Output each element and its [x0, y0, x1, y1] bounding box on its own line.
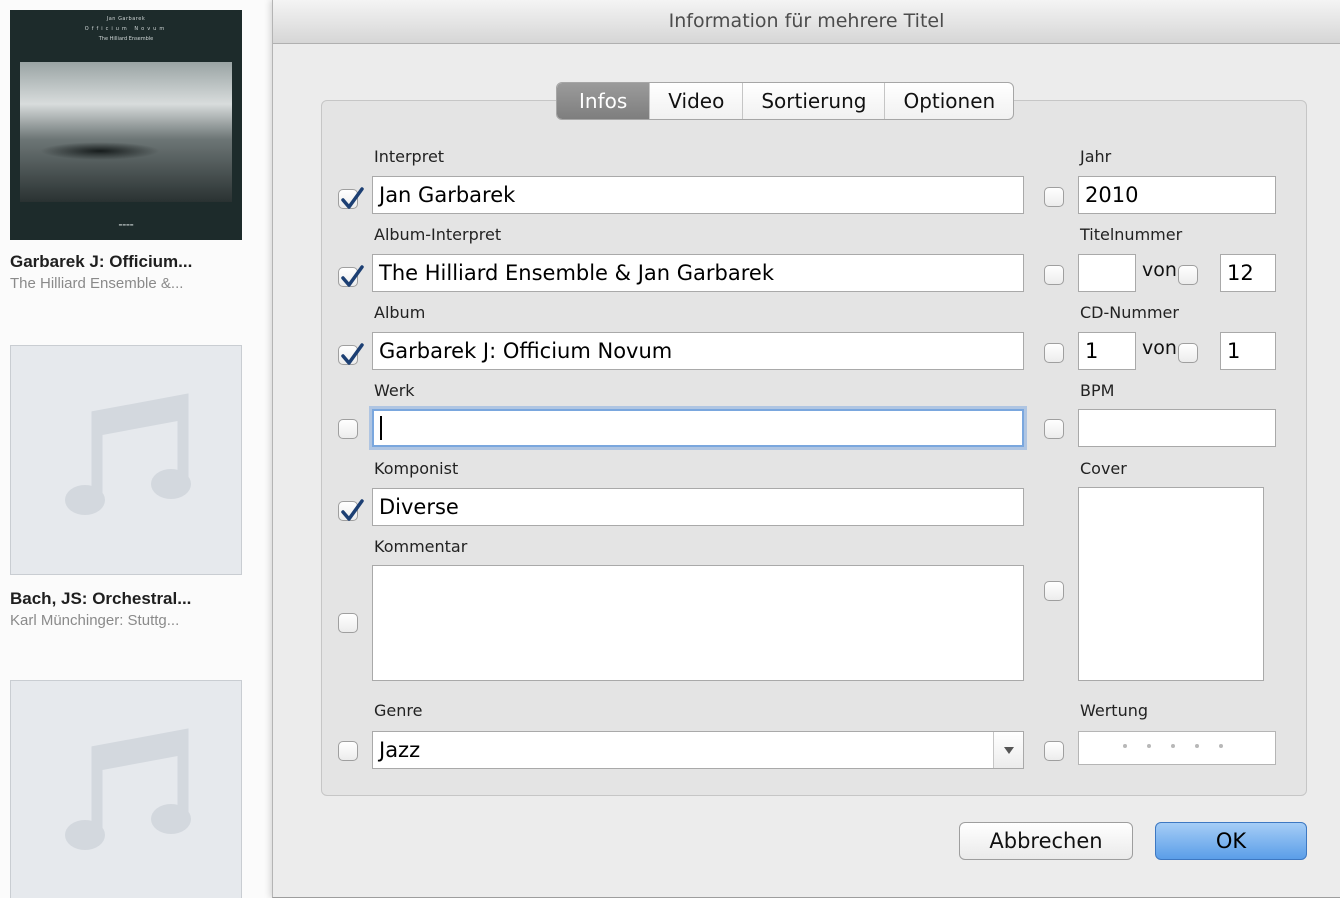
- music-note-icon: [65, 393, 191, 515]
- album-interpret-checkbox[interactable]: [338, 265, 364, 287]
- werk-field[interactable]: [372, 409, 1024, 447]
- album-artist[interactable]: Karl Münchinger: Stuttg...: [10, 612, 270, 629]
- jahr-checkbox[interactable]: [1044, 187, 1064, 207]
- cover-text-artist: Jan Garbarek: [106, 16, 146, 22]
- cd-nummer-checkbox[interactable]: [1044, 343, 1064, 363]
- genre-value: Jazz: [379, 738, 421, 762]
- interpret-label: Interpret: [374, 147, 445, 166]
- cover-label: Cover: [1080, 459, 1127, 478]
- album-artist[interactable]: The Hilliard Ensemble &...: [10, 275, 270, 292]
- genre-select[interactable]: Jazz: [372, 731, 1024, 769]
- text-caret: [380, 415, 382, 440]
- genre-label: Genre: [374, 701, 423, 720]
- rating-dot[interactable]: [1195, 744, 1199, 748]
- cover-image-well[interactable]: [1078, 487, 1264, 681]
- cover-photo: [20, 62, 232, 202]
- album-cover-placeholder[interactable]: [10, 345, 242, 575]
- bpm-checkbox[interactable]: [1044, 419, 1064, 439]
- jahr-field[interactable]: 2010: [1078, 176, 1276, 214]
- bpm-field[interactable]: [1078, 409, 1276, 447]
- titelnummer-total-checkbox[interactable]: [1178, 265, 1198, 285]
- album-checkbox[interactable]: [338, 343, 364, 365]
- album-cover-placeholder[interactable]: [10, 680, 242, 898]
- bpm-label: BPM: [1080, 381, 1115, 400]
- album-label: Album: [374, 303, 426, 322]
- dialog-titlebar[interactable]: Information für mehrere Titel: [273, 0, 1340, 44]
- album-interpret-field[interactable]: The Hilliard Ensemble & Jan Garbarek: [372, 254, 1024, 292]
- genre-checkbox[interactable]: [338, 741, 358, 761]
- tab-video[interactable]: Video: [649, 83, 742, 119]
- interpret-field[interactable]: Jan Garbarek: [372, 176, 1024, 214]
- cover-label: ▬▬▬▬: [118, 222, 134, 227]
- cancel-button[interactable]: Abbrechen: [959, 822, 1133, 860]
- wertung-label: Wertung: [1080, 701, 1149, 720]
- rating-dot[interactable]: [1219, 744, 1223, 748]
- ok-button[interactable]: OK: [1155, 822, 1307, 860]
- cd-nummer-von-label: von: [1142, 337, 1177, 359]
- chevron-down-icon[interactable]: [993, 732, 1023, 768]
- cd-nummer-total-checkbox[interactable]: [1178, 343, 1198, 363]
- titelnummer-field[interactable]: [1078, 254, 1136, 292]
- rating-stars[interactable]: [1078, 731, 1276, 765]
- album-title[interactable]: Garbarek J: Officium...: [10, 252, 270, 272]
- rating-dot[interactable]: [1147, 744, 1151, 748]
- checkmark-icon: [341, 187, 364, 209]
- komponist-field[interactable]: Diverse: [372, 488, 1024, 526]
- album-field[interactable]: Garbarek J: Officium Novum: [372, 332, 1024, 370]
- infos-panel: Interpret Jan Garbarek Album-Interpret T…: [321, 100, 1307, 796]
- wertung-checkbox[interactable]: [1044, 741, 1064, 761]
- rating-dot[interactable]: [1123, 744, 1127, 748]
- titelnummer-total-field[interactable]: 12: [1220, 254, 1276, 292]
- werk-label: Werk: [374, 381, 415, 400]
- kommentar-label: Kommentar: [374, 537, 468, 556]
- cd-nummer-total-field[interactable]: 1: [1220, 332, 1276, 370]
- music-note-icon: [65, 728, 191, 850]
- interpret-checkbox[interactable]: [338, 187, 364, 209]
- multi-item-info-dialog: Information für mehrere Titel Infos Vide…: [272, 0, 1340, 898]
- cd-nummer-field[interactable]: 1: [1078, 332, 1136, 370]
- werk-checkbox[interactable]: [338, 419, 358, 439]
- titelnummer-checkbox[interactable]: [1044, 265, 1064, 285]
- album-sidebar: Jan Garbarek Officium Novum The Hilliard…: [0, 0, 272, 898]
- cover-text-title: Officium Novum: [84, 26, 168, 32]
- titelnummer-label: Titelnummer: [1080, 225, 1183, 244]
- jahr-label: Jahr: [1080, 147, 1112, 166]
- kommentar-textarea[interactable]: [372, 565, 1024, 681]
- tab-bar: Infos Video Sortierung Optionen: [556, 82, 1015, 120]
- album-cover-garbarek[interactable]: Jan Garbarek Officium Novum The Hilliard…: [10, 10, 242, 240]
- tab-infos[interactable]: Infos: [557, 83, 650, 119]
- komponist-checkbox[interactable]: [338, 499, 364, 521]
- tab-sortierung[interactable]: Sortierung: [742, 83, 884, 119]
- titelnummer-von-label: von: [1142, 259, 1177, 281]
- kommentar-checkbox[interactable]: [338, 613, 358, 633]
- checkmark-icon: [341, 265, 364, 287]
- cover-checkbox[interactable]: [1044, 581, 1064, 601]
- rating-dot[interactable]: [1171, 744, 1175, 748]
- cover-text-ensemble: The Hilliard Ensemble: [98, 36, 154, 42]
- checkmark-icon: [341, 499, 364, 521]
- dialog-title: Information für mehrere Titel: [668, 10, 945, 32]
- cd-nummer-label: CD-Nummer: [1080, 303, 1179, 322]
- komponist-label: Komponist: [374, 459, 459, 478]
- album-title[interactable]: Bach, JS: Orchestral...: [10, 589, 270, 609]
- album-interpret-label: Album-Interpret: [374, 225, 502, 244]
- tab-optionen[interactable]: Optionen: [884, 83, 1013, 119]
- checkmark-icon: [341, 343, 364, 365]
